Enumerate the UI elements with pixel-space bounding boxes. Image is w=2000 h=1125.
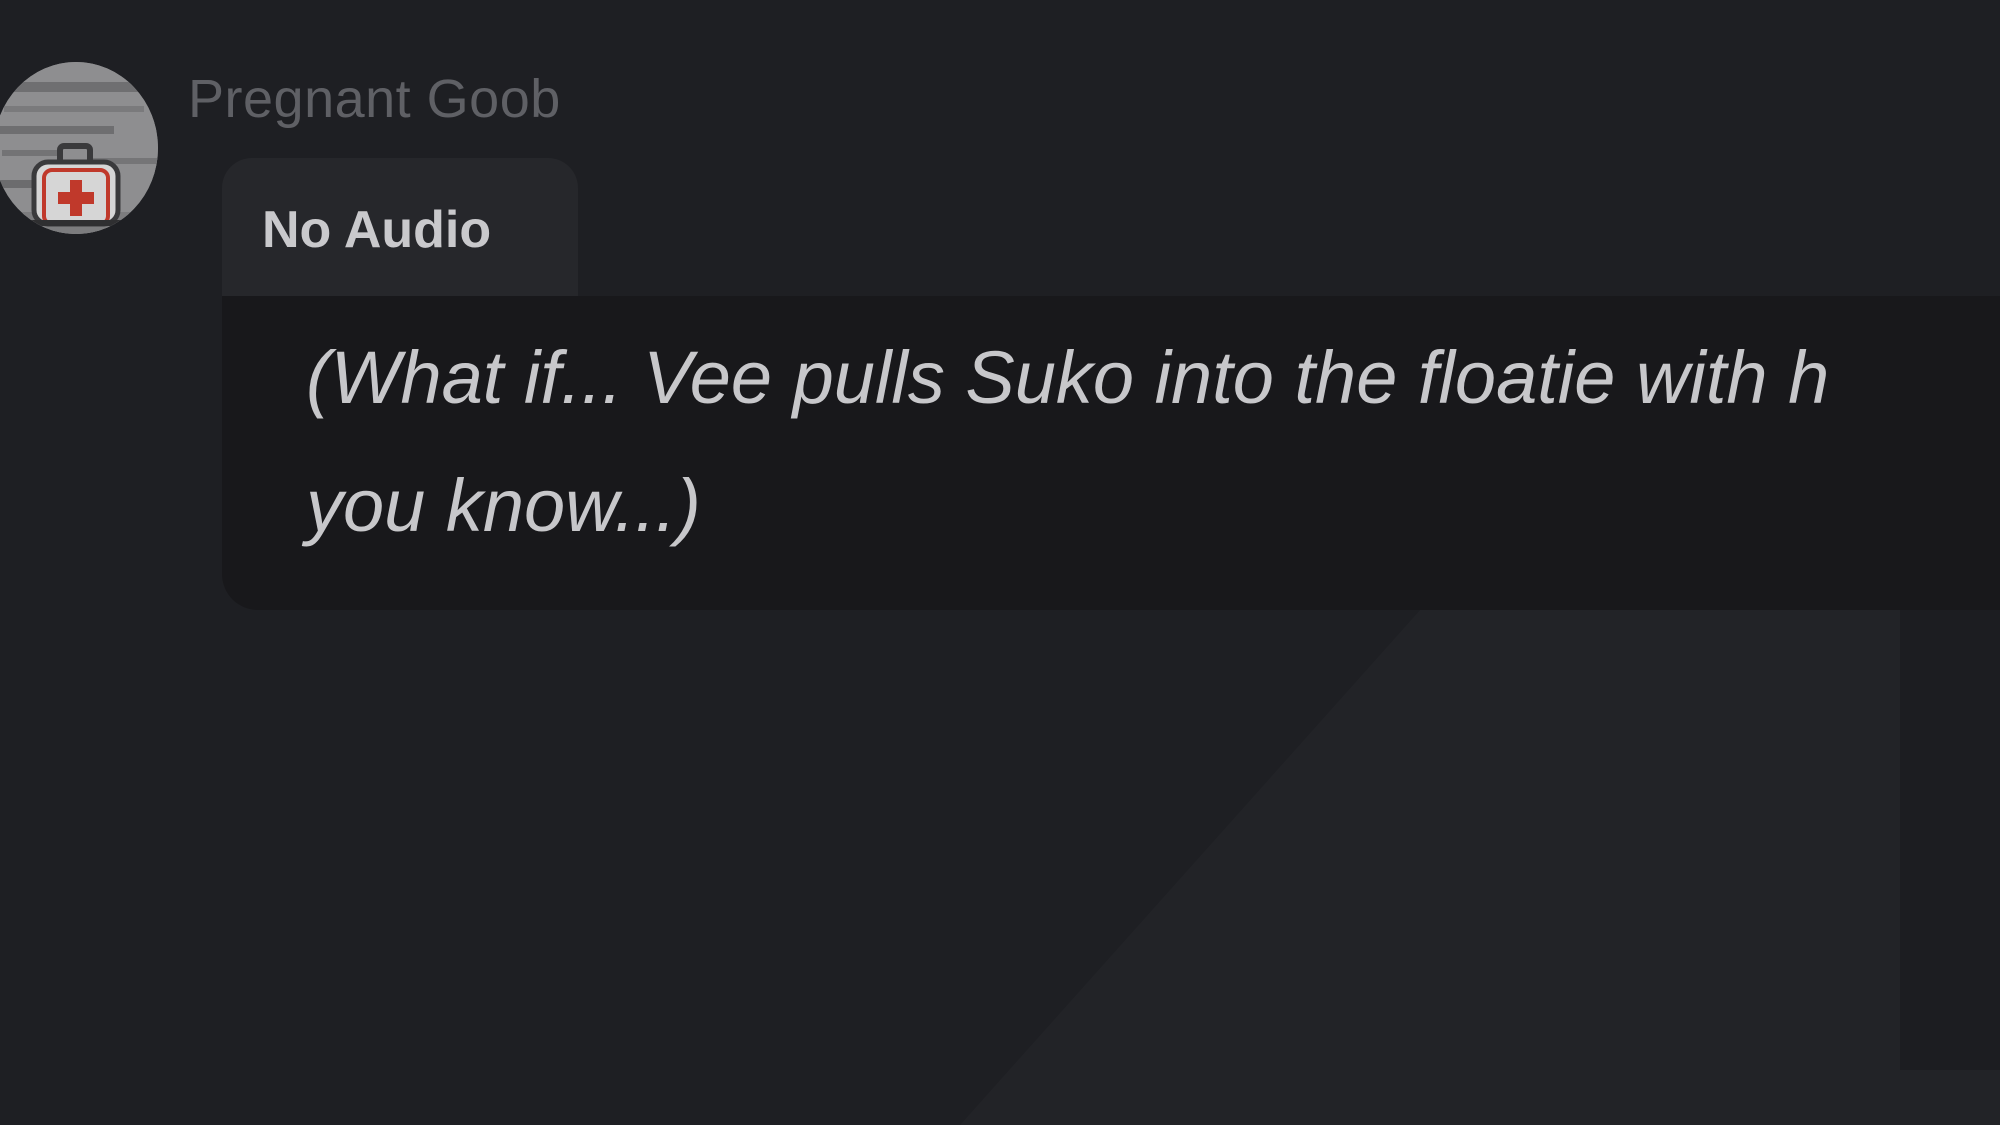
- chat-message: No Audio (What if... Vee pulls Suko into…: [222, 158, 2000, 610]
- message-header: No Audio: [222, 158, 578, 296]
- medical-kit-icon: [0, 62, 158, 234]
- message-bubble: (What if... Vee pulls Suko into the floa…: [222, 296, 2000, 610]
- no-audio-label: No Audio: [262, 201, 492, 259]
- message-text-line-2: you know...): [306, 464, 701, 547]
- message-text-line-1: (What if... Vee pulls Suko into the floa…: [306, 336, 1830, 419]
- message-text: (What if... Vee pulls Suko into the floa…: [306, 314, 2000, 570]
- user-avatar[interactable]: [0, 62, 158, 234]
- chat-view: Pregnant Goob No Audio (What if... Vee p…: [0, 0, 2000, 1125]
- author-name[interactable]: Pregnant Goob: [188, 68, 561, 130]
